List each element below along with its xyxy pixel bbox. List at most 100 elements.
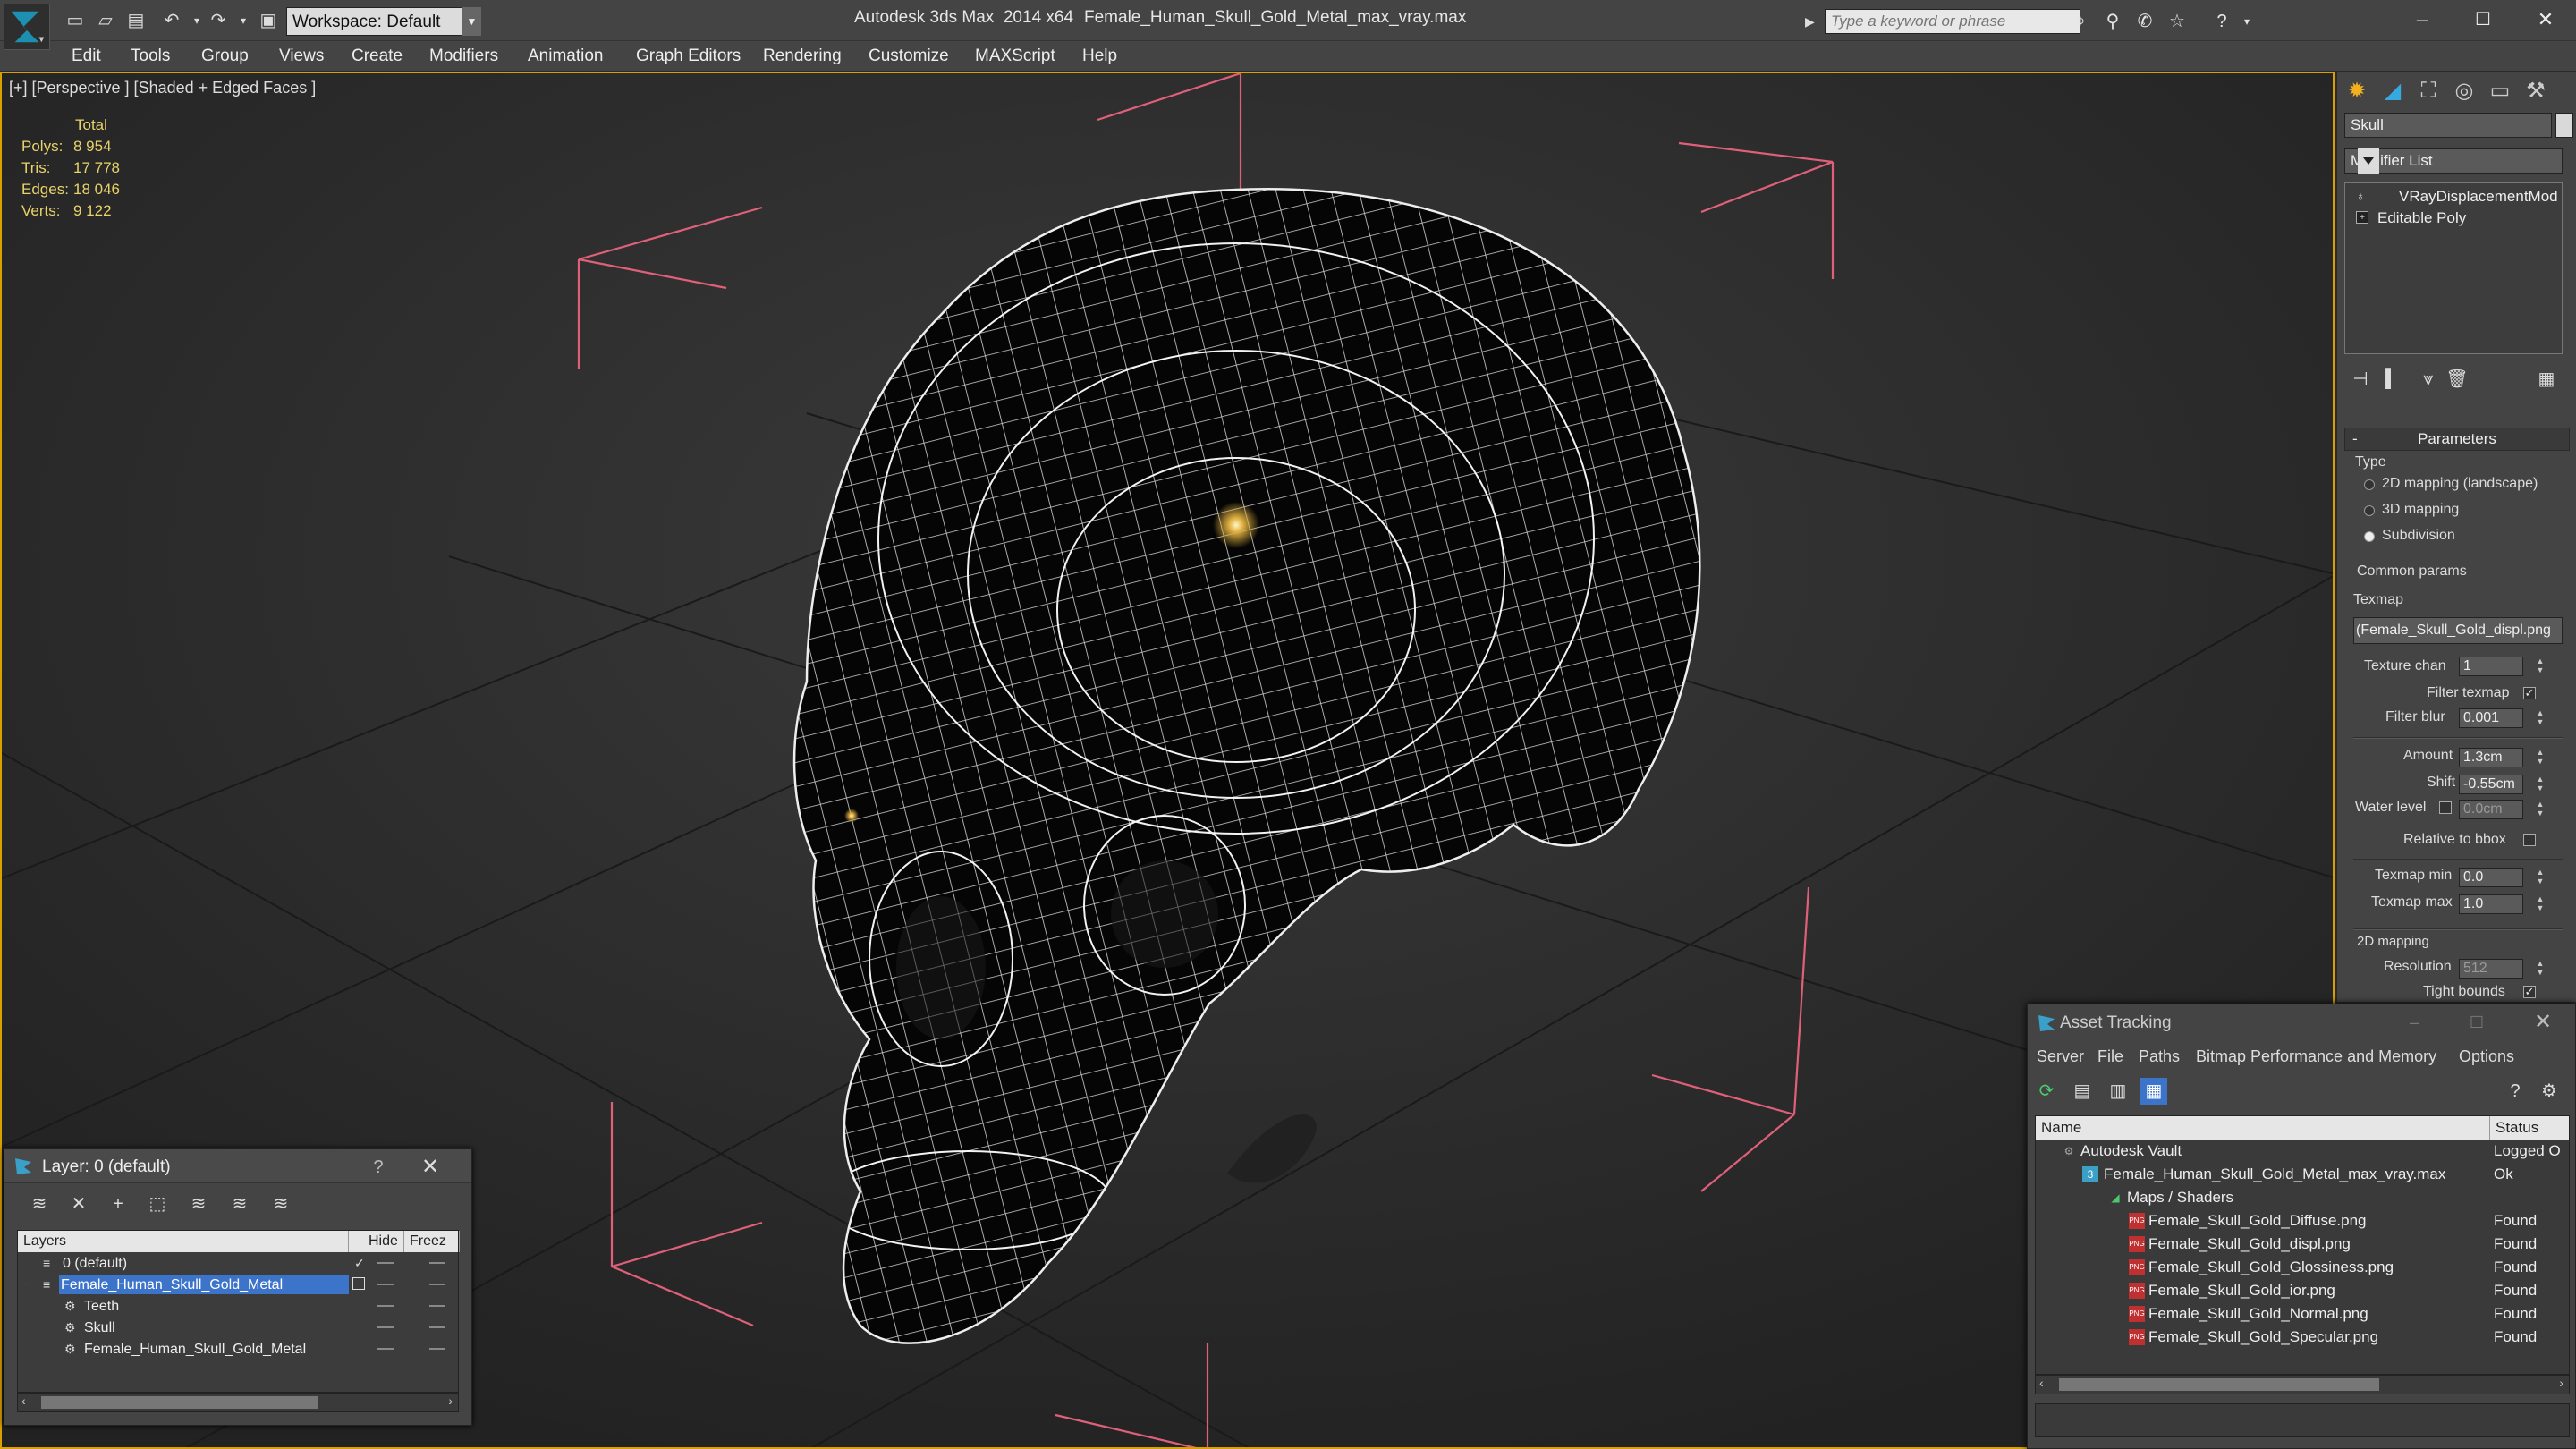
layer-row[interactable]: ⚙ Teeth <box>18 1295 458 1317</box>
undo-icon[interactable]: ↶ <box>159 9 184 32</box>
stack-item-vraydisplacement[interactable]: ♁ VRayDisplacementMod <box>2349 187 2560 207</box>
asset-row[interactable]: PNG Female_Skull_Gold_Glossiness.png Fou… <box>2036 1256 2569 1279</box>
3dsmax-logo-icon[interactable] <box>4 4 50 50</box>
freeze-all-layers-icon[interactable]: ≋ <box>267 1191 294 1217</box>
refresh-icon[interactable]: ⟳ <box>2033 1078 2060 1105</box>
highlight-layer-icon[interactable]: ≋ <box>185 1191 212 1217</box>
motion-tab-icon[interactable]: ◎ <box>2448 75 2480 107</box>
expand-box-icon[interactable]: + <box>2356 211 2368 224</box>
close-icon[interactable]: ✕ <box>2530 1010 2555 1035</box>
modify-tab-icon[interactable]: ◢ <box>2377 75 2409 107</box>
filter-blur-spinner[interactable]: 0.001 <box>2459 708 2523 728</box>
hide-all-layers-icon[interactable]: ≋ <box>226 1191 253 1217</box>
menu-file[interactable]: File <box>2097 1047 2123 1066</box>
water-level-checkbox[interactable] <box>2439 801 2452 814</box>
texture-chan-spinner[interactable]: 1 <box>2459 657 2523 676</box>
viewport-label[interactable]: [+] [Perspective ] [Shaded + Edged Faces… <box>9 79 316 97</box>
column-layers[interactable]: Layers <box>18 1231 349 1252</box>
asset-row[interactable]: PNG Female_Skull_Gold_Normal.png Found <box>2036 1302 2569 1326</box>
water-level-spinner[interactable]: 0.0cm <box>2459 800 2523 819</box>
spinner-arrows-icon[interactable]: ▲ ▼ <box>2536 800 2545 819</box>
column-status[interactable]: Status <box>2490 1116 2569 1140</box>
save-file-icon[interactable]: ▤ <box>123 9 148 32</box>
hide-toggle[interactable] <box>377 1348 394 1350</box>
layer-row[interactable]: ⚙ Female_Human_Skull_Gold_Metal <box>18 1338 458 1360</box>
freeze-toggle[interactable] <box>429 1284 445 1285</box>
asset-dialog-titlebar[interactable]: Asset Tracking – ☐ ✕ <box>2028 1004 2575 1040</box>
workspace-expand-button[interactable]: ▼ <box>462 7 481 36</box>
menu-rendering[interactable]: Rendering <box>763 47 842 66</box>
spinner-arrows-icon[interactable]: ▲ ▼ <box>2536 657 2545 676</box>
menu-customize[interactable]: Customize <box>869 47 949 66</box>
menu-views[interactable]: Views <box>279 47 324 66</box>
help-icon[interactable]: ? <box>2502 1078 2529 1105</box>
column-name[interactable]: Name <box>2036 1116 2490 1140</box>
object-name-field[interactable]: Skull <box>2344 113 2552 138</box>
workspace-dropdown[interactable]: Workspace: Default▾ <box>286 7 481 36</box>
layer-row[interactable]: ≡ 0 (default) ✓ <box>18 1252 458 1274</box>
utilities-tab-icon[interactable]: ⚒ <box>2520 75 2552 107</box>
communication-icon[interactable]: ✆ <box>2132 9 2157 34</box>
relative-bbox-checkbox[interactable] <box>2523 834 2536 846</box>
help-icon[interactable]: ? <box>2209 9 2234 34</box>
freeze-toggle[interactable] <box>429 1305 445 1307</box>
search-collapse-icon[interactable]: ▶ <box>1805 11 1823 32</box>
redo-dropdown-icon[interactable]: ▾ <box>231 9 256 32</box>
maximize-button[interactable]: ☐ <box>2456 4 2510 36</box>
scroll-thumb[interactable] <box>41 1396 318 1409</box>
lightbulb-icon[interactable]: ♁ <box>2356 190 2368 202</box>
subscription-icon[interactable]: ⚲ <box>2100 9 2125 34</box>
radio-2d-mapping[interactable] <box>2364 479 2375 490</box>
favorites-star-icon[interactable]: ☆ <box>2165 9 2190 34</box>
maximize-button[interactable]: ☐ <box>2464 1010 2489 1035</box>
scroll-right-icon[interactable]: › <box>448 1394 453 1408</box>
redo-icon[interactable]: ↷ <box>206 9 231 32</box>
menu-maxscript[interactable]: MAXScript <box>975 47 1055 66</box>
spinner-arrows-icon[interactable]: ▲ ▼ <box>2536 775 2545 794</box>
scroll-thumb[interactable] <box>2059 1378 2379 1391</box>
object-color-swatch[interactable] <box>2555 113 2573 138</box>
asset-row[interactable]: PNG Female_Skull_Gold_Diffuse.png Found <box>2036 1209 2569 1233</box>
scroll-left-icon[interactable]: ‹ <box>21 1394 26 1408</box>
asset-row[interactable]: 3 Female_Human_Skull_Gold_Metal_max_vray… <box>2036 1163 2569 1186</box>
new-file-icon[interactable]: ▭ <box>63 9 88 32</box>
collapse-icon[interactable]: − <box>23 1277 38 1292</box>
asset-row[interactable]: PNG Female_Skull_Gold_ior.png Found <box>2036 1279 2569 1302</box>
asset-row[interactable]: PNG Female_Skull_Gold_displ.png Found <box>2036 1233 2569 1256</box>
show-end-result-icon[interactable]: ▍ <box>2380 367 2405 392</box>
select-objects-icon[interactable]: ⬚ <box>144 1191 171 1217</box>
menu-paths[interactable]: Paths <box>2139 1047 2180 1066</box>
spinner-arrows-icon[interactable]: ▲ ▼ <box>2536 748 2545 767</box>
create-tab-icon[interactable]: ✹ <box>2341 75 2373 107</box>
scroll-left-icon[interactable]: ‹ <box>2039 1376 2044 1390</box>
binoculars-icon[interactable]: ⌖ <box>2068 9 2093 34</box>
hide-toggle[interactable] <box>377 1305 394 1307</box>
scroll-right-icon[interactable]: › <box>2559 1376 2563 1390</box>
asset-row[interactable]: ⚙ Autodesk Vault Logged O <box>2036 1140 2569 1163</box>
settings-icon[interactable]: ⚙ <box>2536 1078 2563 1105</box>
asset-row[interactable]: PNG Female_Skull_Gold_Specular.png Found <box>2036 1326 2569 1349</box>
display-tab-icon[interactable]: ▭ <box>2484 75 2516 107</box>
texmap-min-spinner[interactable]: 0.0 <box>2459 868 2523 887</box>
radio-3d-mapping[interactable] <box>2364 505 2375 516</box>
minimize-button[interactable]: – <box>2402 1010 2427 1035</box>
layer-horizontal-scrollbar[interactable]: ‹ › <box>17 1393 459 1412</box>
configure-sets-icon[interactable]: ▦ <box>2534 367 2559 392</box>
menu-server[interactable]: Server <box>2037 1047 2084 1066</box>
open-file-icon[interactable]: ▱ <box>93 9 118 32</box>
table-view-icon[interactable]: ▦ <box>2140 1078 2167 1105</box>
modifier-list-chevron-icon[interactable] <box>2358 148 2379 174</box>
remove-modifier-icon[interactable]: 🗑 <box>2445 367 2470 392</box>
close-button[interactable]: ✕ <box>2519 4 2572 36</box>
list-view-icon[interactable]: ▤ <box>2069 1078 2096 1105</box>
details-view-icon[interactable]: ▥ <box>2105 1078 2131 1105</box>
search-input[interactable] <box>1825 9 2080 34</box>
layer-row[interactable]: ⚙ Skull <box>18 1317 458 1338</box>
hide-toggle[interactable] <box>377 1326 394 1328</box>
active-layer-check-icon[interactable]: ✓ <box>354 1256 369 1270</box>
column-freeze[interactable]: Freez <box>404 1231 460 1252</box>
asset-row[interactable]: ◢ Maps / Shaders <box>2036 1186 2569 1209</box>
asset-horizontal-scrollbar[interactable]: ‹ › <box>2035 1375 2570 1394</box>
minimize-button[interactable]: – <box>2395 4 2449 36</box>
menu-tools[interactable]: Tools <box>131 47 170 66</box>
